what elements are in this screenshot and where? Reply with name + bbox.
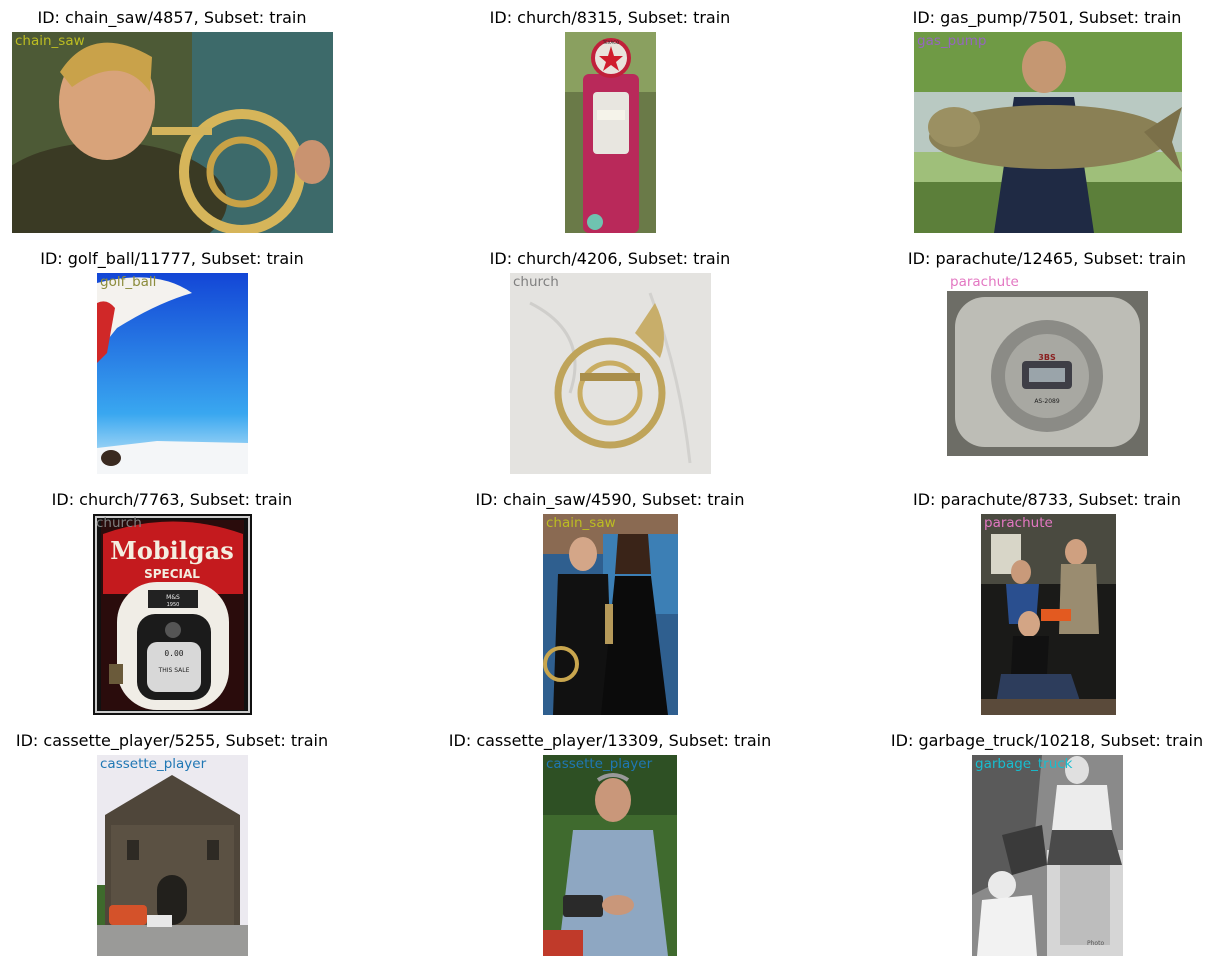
panel-title-6: ID: parachute/12465, Subset: train xyxy=(907,249,1187,268)
class-label: gas_pump xyxy=(917,33,987,49)
this-sale-text: THIS SALE xyxy=(158,667,190,674)
image-man-with-cassette-recorder: cassette_player xyxy=(543,755,677,956)
class-label: parachute xyxy=(950,274,1019,290)
special-text: SPECIAL xyxy=(144,567,200,581)
panel-title-5: ID: church/4206, Subset: train xyxy=(489,249,731,268)
counter-text: 0.00 xyxy=(164,649,183,658)
panel-title-12: ID: garbage_truck/10218, Subset: train xyxy=(890,731,1204,750)
panel-title-3: ID: gas_pump/7501, Subset: train xyxy=(912,8,1182,27)
panel-title-7: ID: church/7763, Subset: train xyxy=(51,490,293,509)
class-label: chain_saw xyxy=(546,515,616,531)
class-label: cassette_player xyxy=(100,756,207,772)
image-bw-workers: Photo garbage_truck xyxy=(972,755,1123,956)
brand-3bs-text: 3BS xyxy=(1038,353,1056,362)
model-text: AS-2089 xyxy=(1034,398,1060,405)
class-label: parachute xyxy=(984,515,1053,531)
image-mobilgas-pump: Mobilgas SPECIAL M&S 1950 0.00 THIS SALE… xyxy=(93,514,252,715)
panel-title-4: ID: golf_ball/11777, Subset: train xyxy=(40,249,304,268)
class-label: chain_saw xyxy=(15,33,85,49)
class-label: church xyxy=(513,274,559,290)
image-french-horn-on-sheet: church xyxy=(510,273,711,474)
panel-title-1: ID: chain_saw/4857, Subset: train xyxy=(37,8,307,27)
image-musicians-couple: chain_saw xyxy=(543,514,678,715)
mobilgas-text: Mobilgas xyxy=(110,536,233,565)
ms-year-text: 1950 xyxy=(167,602,180,608)
image-cassette-player: 3BS AS-2089 parachute xyxy=(947,273,1148,456)
panel-title-2: ID: church/8315, Subset: train xyxy=(489,8,731,27)
class-label: cassette_player xyxy=(546,756,653,772)
ms-text: M&S xyxy=(166,594,180,601)
panel-title-10: ID: cassette_player/5255, Subset: train xyxy=(15,731,329,750)
panel-title-9: ID: parachute/8733, Subset: train xyxy=(913,490,1181,509)
panel-title-11: ID: cassette_player/13309, Subset: train xyxy=(448,731,772,750)
class-label: church xyxy=(96,515,142,531)
photo-credit-text: Photo xyxy=(1087,940,1104,947)
image-vintage-gas-pump: TEXACO xyxy=(565,32,656,233)
class-label: garbage_truck xyxy=(975,756,1073,772)
image-paraglider-sky: golf_ball xyxy=(97,273,248,474)
image-man-holding-carp: gas_pump xyxy=(914,32,1182,233)
texaco-text: TEXACO xyxy=(602,40,619,45)
image-french-horn-player: chain_saw xyxy=(12,32,333,233)
image-group-of-friends: parachute xyxy=(981,514,1116,715)
class-label: golf_ball xyxy=(100,274,157,290)
image-old-church: cassette_player xyxy=(97,755,248,956)
panel-title-8: ID: chain_saw/4590, Subset: train xyxy=(475,490,745,509)
